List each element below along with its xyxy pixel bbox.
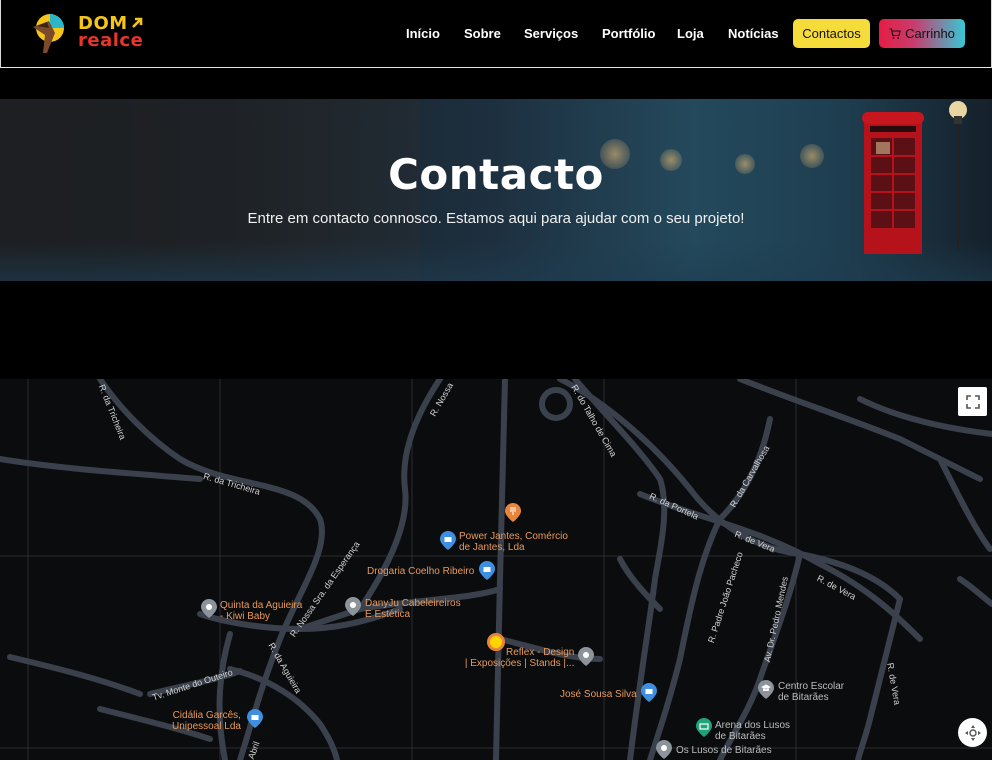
poi-line: E Estética	[365, 609, 411, 620]
poi-label[interactable]: Cidália Garcês, Unipessoal Lda	[172, 710, 241, 732]
nav-sobre[interactable]: Sobre	[464, 26, 501, 41]
main-nav: Início Sobre Serviços Portfólio Loja Not…	[1, 19, 992, 49]
fullscreen-button[interactable]	[958, 387, 987, 416]
place-pin-icon[interactable]	[201, 599, 217, 618]
cart-label: Carrinho	[905, 26, 955, 41]
restaurant-pin-icon[interactable]	[505, 503, 521, 522]
poi-label[interactable]: Arena dos Lusos de Bitarães	[715, 720, 790, 742]
school-pin-icon[interactable]	[758, 680, 774, 699]
poi-label[interactable]: Centro Escolar de Bitarães	[778, 681, 844, 703]
poi-label[interactable]: Power Jantes, Comércio de Jantes, Lda	[459, 531, 568, 553]
poi-label[interactable]: Quinta da Aguieira - Kiwi Baby	[220, 600, 302, 622]
poi-label[interactable]: José Sousa Silva	[560, 689, 637, 700]
place-pin-icon[interactable]	[345, 597, 361, 616]
fuel-pin-icon[interactable]	[486, 632, 506, 652]
poi-line: de Bitarães	[778, 692, 829, 703]
poi-line: Reflex - Design	[506, 647, 575, 658]
stadium-pin-icon[interactable]	[696, 718, 712, 737]
poi-line: de Bitarães	[715, 731, 766, 742]
nav-noticias[interactable]: Notícias	[728, 26, 779, 41]
shop-pin-icon[interactable]	[479, 561, 495, 580]
place-pin-icon[interactable]	[656, 740, 672, 759]
my-location-icon	[964, 724, 981, 741]
cart-icon	[889, 27, 901, 39]
page-subtitle: Entre em contacto connosco. Estamos aqui…	[247, 210, 745, 227]
poi-line: DanyJu Cabeleireiros	[365, 598, 461, 609]
poi-label[interactable]: Reflex - Design | Exposições | Stands |.…	[465, 647, 575, 669]
place-pin-icon[interactable]	[578, 647, 594, 666]
poi-line: Cidália Garcês,	[172, 710, 241, 721]
poi-label[interactable]: DanyJu Cabeleireiros E Estética	[365, 598, 461, 620]
poi-line: - Kiwi Baby	[220, 611, 271, 622]
poi-line: Quinta da Aguieira	[220, 600, 303, 611]
nav-inicio[interactable]: Início	[406, 26, 440, 41]
nav-servicos[interactable]: Serviços	[524, 26, 578, 41]
poi-line: Unipessoal Lda	[172, 721, 241, 732]
nav-portfolio[interactable]: Portfólio	[602, 26, 655, 41]
shop-pin-icon[interactable]	[440, 531, 456, 550]
hero-ground	[0, 241, 992, 281]
contactos-button[interactable]: Contactos	[793, 19, 870, 48]
poi-line: Power Jantes, Comércio	[459, 531, 568, 542]
page-title: Contacto	[388, 150, 604, 199]
poi-line: de Jantes, Lda	[459, 542, 525, 553]
shop-pin-icon[interactable]	[247, 709, 263, 728]
my-location-button[interactable]	[958, 718, 987, 747]
poi-line: Arena dos Lusos	[715, 720, 791, 731]
site-header: DOM realce Início Sobre Serviços Portfól…	[0, 0, 992, 68]
map-embed[interactable]: R. da Tricheira R. da Tricheira R. Nossa…	[0, 379, 992, 760]
poi-label[interactable]: Os Lusos de Bitarães	[676, 745, 772, 756]
poi-label[interactable]: Drogaria Coelho Ribeiro	[367, 566, 474, 577]
nav-loja[interactable]: Loja	[677, 26, 704, 41]
poi-line: | Exposições | Stands |...	[464, 658, 575, 669]
shop-pin-icon[interactable]	[641, 683, 657, 702]
poi-line: Centro Escolar	[778, 681, 845, 692]
fullscreen-icon	[965, 394, 980, 409]
cart-button[interactable]: Carrinho	[879, 19, 965, 48]
